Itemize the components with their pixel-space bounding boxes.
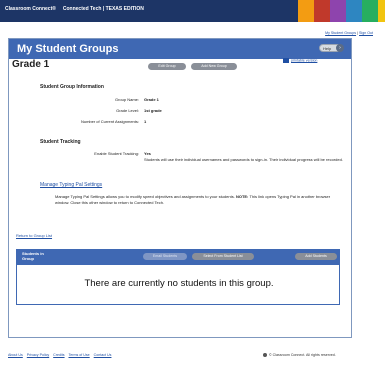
add-students-button[interactable]: Add Students <box>295 253 337 260</box>
assignments-label: Number of Current Assignments: <box>80 119 139 124</box>
help-arrow-icon[interactable]: › <box>336 44 344 52</box>
color-stripe-1 <box>314 0 330 22</box>
my-student-groups-link[interactable]: My Student Groups <box>325 31 356 35</box>
copyright: © Classroom Connect. All rights reserved… <box>263 353 336 358</box>
footer-links: About Us Privacy Policy Credits Terms of… <box>8 353 114 357</box>
panel-header: My Student Groups Help › <box>9 39 351 59</box>
typing-pal-note-label: NOTE: <box>235 194 249 199</box>
grade-level-value: 1st grade <box>144 108 162 113</box>
tracking-value: Yes <box>144 151 151 156</box>
manage-typing-pal-link[interactable]: Manage Typing Pal Settings <box>40 182 102 188</box>
color-stripe-3 <box>346 0 362 22</box>
sign-out-link[interactable]: Sign Out <box>359 31 373 35</box>
edit-group-button[interactable]: Edit Group <box>148 63 186 70</box>
copyright-text: © Classroom Connect. All rights reserved… <box>269 353 336 357</box>
students-in-group-heading: Students in Group <box>22 251 44 261</box>
color-stripe-0 <box>298 0 314 22</box>
tracking-description: Students will use their individual usern… <box>144 157 343 162</box>
classroom-connect-logo-icon <box>263 353 267 358</box>
typing-pal-description: Manage Typing Pal Settings allows you to… <box>55 194 337 206</box>
typing-pal-desc-a: Manage Typing Pal Settings allows you to… <box>55 194 235 199</box>
email-students-button[interactable]: Email Students <box>143 253 187 260</box>
top-bar: Classroom Connect® Connected Tech | TEXA… <box>0 0 385 22</box>
return-to-group-list-link[interactable]: Return to Group List <box>16 233 52 238</box>
group-name-value: Grade 1 <box>144 97 159 102</box>
group-name-label: Group Name: <box>114 97 139 102</box>
tracking-label: Enable Student Tracking: <box>94 151 139 156</box>
printable-version-link[interactable]: printable version <box>283 58 317 63</box>
user-bar-separator: | <box>357 31 359 35</box>
brand-tm: ® <box>52 6 56 12</box>
contact-us-link[interactable]: Contact Us <box>94 353 112 357</box>
brand: Classroom Connect® Connected Tech | TEXA… <box>5 6 144 12</box>
product-name: Connected Tech | TEXAS EDITION <box>62 6 144 12</box>
color-stripes <box>298 0 385 22</box>
add-new-group-button[interactable]: Add New Group <box>191 63 237 70</box>
color-stripe-5 <box>378 0 385 22</box>
printable-version-label: printable version <box>291 58 318 63</box>
user-bar: My Student Groups | Sign Out <box>325 31 373 35</box>
privacy-policy-link[interactable]: Privacy Policy <box>27 353 49 357</box>
brand-name: Classroom Connect <box>5 6 53 12</box>
student-tracking-heading: Student Tracking <box>40 139 81 145</box>
select-from-student-list-button[interactable]: Select From Student List <box>192 253 254 260</box>
group-title: Grade 1 <box>12 59 50 70</box>
printer-icon <box>283 58 289 63</box>
grade-level-label: Grade Level: <box>116 108 139 113</box>
group-info-heading: Student Group Information <box>40 84 104 90</box>
about-us-link[interactable]: About Us <box>8 353 23 357</box>
color-stripe-4 <box>362 0 378 22</box>
page-title: My Student Groups <box>17 43 119 55</box>
students-table-body: There are currently no students in this … <box>16 265 340 305</box>
assignments-value: 1 <box>144 119 147 124</box>
credits-link[interactable]: Credits <box>53 353 64 357</box>
students-table-header: Students in Group Email Students Select … <box>16 249 340 265</box>
empty-message: There are currently no students in this … <box>84 278 274 289</box>
terms-of-use-link[interactable]: Terms of Use <box>69 353 90 357</box>
color-stripe-2 <box>330 0 346 22</box>
